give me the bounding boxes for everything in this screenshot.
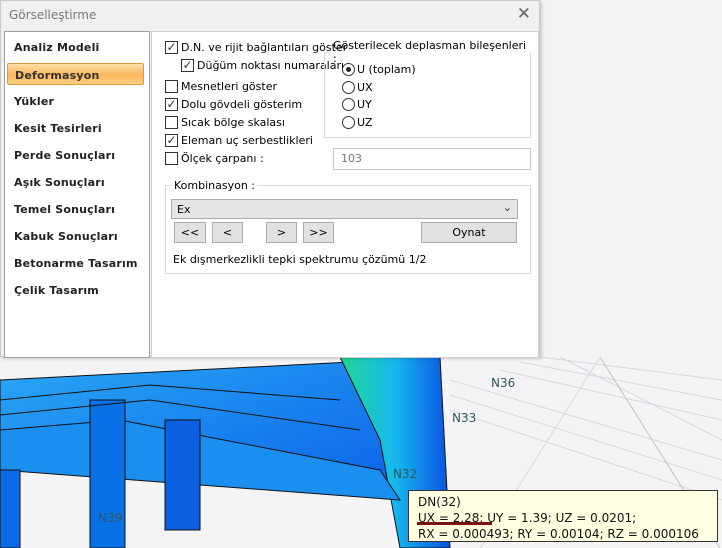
check-icon: ✓ <box>165 40 178 54</box>
combination-select[interactable]: Ex ⌄ <box>171 199 518 219</box>
checkbox-hot-zone-scale[interactable]: Sıcak bölge skalası <box>165 116 285 129</box>
sidebar: Analiz Modeli Deformasyon Yükler Kesit T… <box>4 31 150 358</box>
dialog-title: Görselleştirme <box>9 8 97 22</box>
radio-uy[interactable]: UY <box>342 98 372 111</box>
prev-button[interactable]: < <box>212 222 243 243</box>
check-icon: ✓ <box>165 133 178 147</box>
node-label: N32 <box>393 467 418 481</box>
radio-u-total[interactable]: U (toplam) <box>342 63 416 76</box>
radio-uz[interactable]: UZ <box>342 116 372 129</box>
sidebar-item-yukler[interactable]: Yükler <box>14 95 54 108</box>
node-tooltip: DN(32) UX = 2.28; UY = 1.39; UZ = 0.0201… <box>408 490 718 542</box>
checkbox-solid-view[interactable]: ✓ Dolu gövdeli gösterim <box>165 98 302 111</box>
visualization-dialog: Görselleştirme ✕ Analiz Modeli Deformasy… <box>0 0 540 358</box>
node-label: N33 <box>452 411 477 425</box>
checkbox-show-supports[interactable]: Mesnetleri göster <box>165 80 277 93</box>
sidebar-item-asik-sonuclari[interactable]: Aşık Sonuçları <box>14 176 105 189</box>
first-button[interactable]: << <box>174 222 206 243</box>
sidebar-item-celik-tasarim[interactable]: Çelik Tasarım <box>14 284 99 297</box>
sidebar-item-analiz-modeli[interactable]: Analiz Modeli <box>14 41 100 54</box>
sidebar-item-kabuk-sonuclari[interactable]: Kabuk Sonuçları <box>14 230 118 243</box>
underline-marker <box>417 522 492 525</box>
sidebar-item-deformasyon[interactable]: Deformasyon <box>7 63 144 85</box>
node-label: N36 <box>491 376 516 390</box>
node-label: N39 <box>98 511 123 525</box>
checkbox-end-releases[interactable]: ✓ Eleman uç serbestlikleri <box>165 134 313 147</box>
combination-status: Ek dışmerkezlikli tepki spektrumu çözümü… <box>173 253 427 266</box>
play-button[interactable]: Oynat <box>421 222 517 243</box>
checkbox-node-numbers[interactable]: ✓ Düğüm noktası numaraları <box>181 59 344 72</box>
sidebar-item-kesit-tesirleri[interactable]: Kesit Tesirleri <box>14 122 102 135</box>
sidebar-item-temel-sonuclari[interactable]: Temel Sonuçları <box>14 203 115 216</box>
last-button[interactable]: >> <box>303 222 334 243</box>
tooltip-title: DN(32) <box>418 495 461 509</box>
next-button[interactable]: > <box>266 222 297 243</box>
radio-ux[interactable]: UX <box>342 81 373 94</box>
chevron-down-icon: ⌄ <box>502 201 512 214</box>
sidebar-item-perde-sonuclari[interactable]: Perde Sonuçları <box>14 149 115 162</box>
checkbox-show-nodes-rigid[interactable]: ✓ D.N. ve rijit bağlantıları göster <box>165 41 347 54</box>
check-icon: ✓ <box>181 58 194 72</box>
check-icon: ✓ <box>165 97 178 111</box>
close-icon[interactable]: ✕ <box>517 4 531 24</box>
checkbox-scale-factor[interactable]: Ölçek çarpanı : <box>165 152 264 165</box>
sidebar-item-betonarme-tasarim[interactable]: Betonarme Tasarım <box>14 257 138 270</box>
scale-factor-input[interactable]: 103 <box>333 148 531 170</box>
tooltip-rotations: RX = 0.000493; RY = 0.00104; RZ = 0.0001… <box>418 527 699 541</box>
